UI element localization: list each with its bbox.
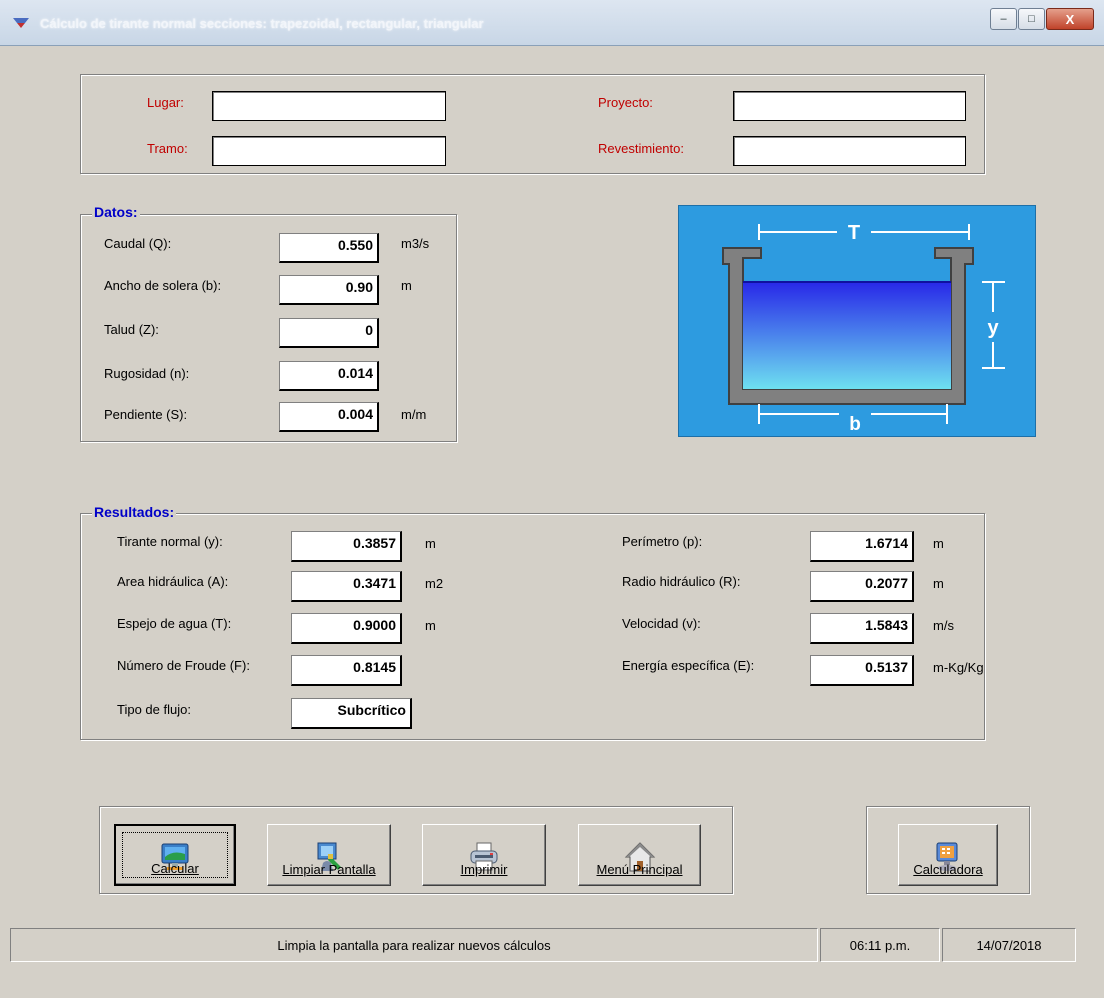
energia-label: Energía específica (E): [622, 658, 755, 673]
area-label: Area hidráulica (A): [117, 574, 229, 589]
imprimir-label: Imprimir [460, 862, 508, 877]
velocidad-unit: m/s [933, 618, 954, 633]
revestimiento-input[interactable] [733, 136, 966, 166]
tramo-label: Tramo: [147, 141, 188, 156]
espejo-output: 0.9000 [291, 613, 402, 644]
tirante-unit: m [425, 536, 436, 551]
revestimiento-label: Revestimiento: [598, 141, 684, 156]
menu-label: Menú Principal [596, 862, 683, 877]
talud-label: Talud (Z): [104, 322, 159, 337]
tipo-output: Subcrítico [291, 698, 412, 729]
tipo-label: Tipo de flujo: [117, 702, 191, 717]
proyecto-label: Proyecto: [598, 95, 653, 110]
calcular-label: Calcular [151, 861, 199, 876]
proyecto-input[interactable] [733, 91, 966, 121]
status-message: Limpia la pantalla para realizar nuevos … [10, 928, 818, 962]
pendiente-label: Pendiente (S): [104, 407, 188, 422]
tirante-label: Tirante normal (y): [117, 534, 223, 549]
ancho-label: Ancho de solera (b): [104, 278, 222, 293]
rugosidad-input[interactable]: 0.014 [279, 361, 379, 391]
perimetro-unit: m [933, 536, 944, 551]
channel-section-diagram: T y b [678, 205, 1036, 437]
diagram-bottom-label: b [849, 414, 861, 435]
energia-output: 0.5137 [810, 655, 914, 686]
datos-title: Datos: [92, 204, 140, 220]
channel-diagram-svg: T y b [722, 222, 1005, 435]
lugar-label: Lugar: [147, 95, 184, 110]
tramo-input[interactable] [212, 136, 446, 166]
limpiar-pantalla-button[interactable]: Limpiar Pantalla [267, 824, 391, 886]
tirante-output: 0.3857 [291, 531, 402, 562]
maximize-button[interactable]: □ [1018, 8, 1045, 30]
rugosidad-label: Rugosidad (n): [104, 366, 190, 381]
caudal-unit: m3/s [401, 236, 430, 251]
status-date: 14/07/2018 [942, 928, 1076, 962]
imprimir-button[interactable]: Imprimir [422, 824, 546, 886]
caudal-input[interactable]: 0.550 [279, 233, 379, 263]
velocidad-label: Velocidad (v): [622, 616, 701, 631]
calculadora-button[interactable]: Calculadora [898, 824, 998, 886]
froude-output: 0.8145 [291, 655, 402, 686]
ancho-unit: m [401, 278, 412, 293]
title-bar[interactable]: Cálculo de tirante normal secciones: tra… [0, 0, 1104, 46]
perimetro-label: Perímetro (p): [622, 534, 703, 549]
velocidad-output: 1.5843 [810, 613, 914, 644]
limpiar-label: Limpiar Pantalla [282, 862, 376, 877]
calculadora-label: Calculadora [913, 862, 983, 877]
caudal-label: Caudal (Q): [104, 236, 172, 251]
calcular-button[interactable]: Calcular [114, 824, 236, 886]
pendiente-input[interactable]: 0.004 [279, 402, 379, 432]
froude-label: Número de Froude (F): [117, 658, 250, 673]
window-title: Cálculo de tirante normal secciones: tra… [40, 16, 484, 31]
radio-label: Radio hidráulico (R): [622, 574, 741, 589]
status-time: 06:11 p.m. [820, 928, 940, 962]
area-unit: m2 [425, 576, 444, 591]
perimetro-output: 1.6714 [810, 531, 914, 562]
talud-input[interactable]: 0 [279, 318, 379, 348]
minimize-button[interactable]: – [990, 8, 1017, 30]
energia-unit: m-Kg/Kg [933, 660, 984, 675]
lugar-input[interactable] [212, 91, 446, 121]
diagram-depth-label: y [987, 317, 999, 339]
menu-principal-button[interactable]: Menú Principal [578, 824, 701, 886]
app-icon [13, 18, 29, 28]
radio-output: 0.2077 [810, 571, 914, 602]
ancho-input[interactable]: 0.90 [279, 275, 379, 305]
area-output: 0.3471 [291, 571, 402, 602]
app-window: Cálculo de tirante normal secciones: tra… [0, 0, 1104, 998]
pendiente-unit: m/m [401, 407, 427, 422]
resultados-title: Resultados: [92, 504, 177, 520]
close-button[interactable]: X [1046, 8, 1094, 30]
radio-unit: m [933, 576, 944, 591]
espejo-label: Espejo de agua (T): [117, 616, 232, 631]
espejo-unit: m [425, 618, 436, 633]
diagram-top-label: T [848, 222, 860, 244]
